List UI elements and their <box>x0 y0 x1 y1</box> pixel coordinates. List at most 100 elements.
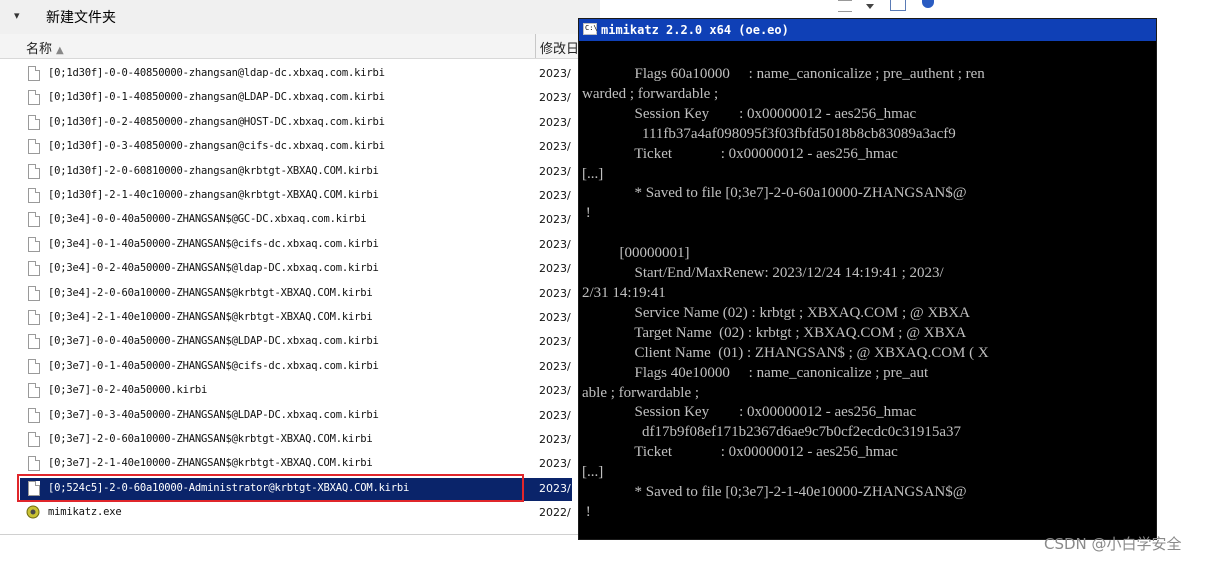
view-options-icon[interactable] <box>838 0 852 12</box>
file-icon <box>28 163 40 179</box>
file-date: 2023/ <box>539 481 571 495</box>
chevron-down-icon[interactable] <box>866 4 874 9</box>
console-line: 111fb37a4af098095f3f03fbfd5018b8cb83089a… <box>582 125 956 142</box>
file-row[interactable]: [0;3e4]-2-0-60a10000-ZHANGSAN$@krbtgt-XB… <box>0 283 580 306</box>
file-row[interactable]: [0;3e4]-2-1-40e10000-ZHANGSAN$@krbtgt-XB… <box>0 307 580 330</box>
folder-header[interactable]: ▾ 新建文件夹 <box>0 0 600 34</box>
file-name: [0;3e7]-0-2-40a50000.kirbi <box>48 384 208 397</box>
mimikatz-console-window[interactable]: mimikatz 2.2.0 x64 (oe.eo) Flags 60a1000… <box>578 18 1157 540</box>
help-icon[interactable] <box>922 0 934 8</box>
file-explorer: ▾ 新建文件夹 名称 ▲ 修改日 [0;1d30f]-0-0-40850000-z… <box>0 0 600 540</box>
preview-pane-icon[interactable] <box>890 0 906 11</box>
console-line: Flags 60a10000 : name_canonicalize ; pre… <box>582 66 985 82</box>
column-separator[interactable] <box>535 34 536 58</box>
file-name: [0;524c5]-2-0-60a10000-Administrator@krb… <box>48 481 410 494</box>
file-date: 2023/ <box>539 384 571 398</box>
file-name: [0;3e7]-0-3-40a50000-ZHANGSAN$@LDAP-DC.x… <box>48 408 379 421</box>
console-output[interactable]: Flags 60a10000 : name_canonicalize ; pre… <box>582 65 989 539</box>
view-toolbar <box>838 0 958 12</box>
file-row[interactable]: [0;3e4]-0-2-40a50000-ZHANGSAN$@ldap-DC.x… <box>0 258 580 281</box>
file-icon <box>28 212 40 228</box>
console-titlebar[interactable]: mimikatz 2.2.0 x64 (oe.eo) <box>579 19 1156 41</box>
file-icon <box>28 407 40 423</box>
file-row-selected[interactable]: [0;524c5]-2-0-60a10000-Administrator@krb… <box>0 477 580 501</box>
console-line: Ticket : 0x00000012 - aes256_hmac <box>582 444 898 461</box>
column-header-row: 名称 ▲ 修改日 <box>0 34 600 59</box>
file-name: [0;3e7]-0-0-40a50000-ZHANGSAN$@LDAP-DC.x… <box>48 335 379 348</box>
console-title: mimikatz 2.2.0 x64 (oe.eo) <box>601 23 789 37</box>
file-row[interactable]: [0;1d30f]-0-0-40850000-zhangsan@ldap-dc.… <box>0 63 580 86</box>
file-name: [0;3e4]-0-2-40a50000-ZHANGSAN$@ldap-DC.x… <box>48 262 379 275</box>
sort-ascending-icon: ▲ <box>56 45 64 56</box>
file-date: 2023/ <box>539 213 571 227</box>
console-line: warded ; forwardable ; <box>582 85 719 102</box>
file-name: [0;3e7]-0-1-40a50000-ZHANGSAN$@cifs-dc.x… <box>48 359 379 372</box>
console-line: Service Name (02) : krbtgt ; XBXAQ.COM ;… <box>582 304 970 321</box>
console-line: Ticket : 0x00000012 - aes256_hmac <box>582 145 898 162</box>
file-row[interactable]: [0;3e4]-0-1-40a50000-ZHANGSAN$@cifs-dc.x… <box>0 234 580 257</box>
file-icon <box>28 285 40 301</box>
file-date: 2023/ <box>539 91 571 105</box>
file-icon <box>28 261 40 277</box>
file-icon <box>28 90 40 106</box>
file-row[interactable]: [0;1d30f]-2-0-60810000-zhangsan@krbtgt-X… <box>0 161 580 184</box>
file-date: 2023/ <box>539 433 571 446</box>
mimikatz-exe-icon <box>26 505 40 519</box>
file-date: 2023/ <box>539 335 571 349</box>
console-line: able ; forwardable ; <box>582 384 700 401</box>
console-line: [...] <box>582 464 604 481</box>
file-row[interactable]: [0;3e7]-0-0-40a50000-ZHANGSAN$@LDAP-DC.x… <box>0 331 580 354</box>
file-row[interactable]: [0;3e7]-0-1-40a50000-ZHANGSAN$@cifs-dc.x… <box>0 356 580 379</box>
console-line: Flags 40e10000 : name_canonicalize ; pre… <box>582 364 929 381</box>
file-date: 2023/ <box>539 67 571 80</box>
file-name: [0;1d30f]-0-2-40850000-zhangsan@HOST-DC.… <box>48 115 385 128</box>
console-line: Start/End/MaxRenew: 2023/12/24 14:19:41 … <box>582 265 944 282</box>
file-date: 2022/ <box>539 506 571 520</box>
file-name: [0;1d30f]-2-0-60810000-zhangsan@krbtgt-X… <box>48 164 379 177</box>
file-date: 2023/ <box>539 189 571 202</box>
column-header-modified[interactable]: 修改日 <box>540 38 579 57</box>
file-row[interactable]: mimikatz.exe 2022/ <box>0 502 580 525</box>
file-date: 2023/ <box>539 311 571 324</box>
console-line: Session Key : 0x00000012 - aes256_hmac <box>582 105 917 122</box>
console-line: df17b9f08ef171b2367d6ae9c7b0cf2ecdc0c319… <box>582 424 962 441</box>
file-icon <box>28 456 40 472</box>
file-row[interactable]: [0;1d30f]-0-2-40850000-zhangsan@HOST-DC.… <box>0 112 580 135</box>
file-row[interactable]: [0;1d30f]-0-3-40850000-zhangsan@cifs-dc.… <box>0 136 580 159</box>
file-name: mimikatz.exe <box>48 506 122 519</box>
file-name: [0;1d30f]-0-0-40850000-zhangsan@ldap-dc.… <box>48 67 385 79</box>
file-date: 2023/ <box>539 237 571 251</box>
file-date: 2023/ <box>539 359 571 373</box>
file-name: [0;3e4]-2-1-40e10000-ZHANGSAN$@krbtgt-XB… <box>48 311 373 323</box>
console-line: ! <box>582 205 591 222</box>
file-name: [0;3e4]-0-1-40a50000-ZHANGSAN$@cifs-dc.x… <box>48 237 379 250</box>
file-name: [0;3e7]-2-0-60a10000-ZHANGSAN$@krbtgt-XB… <box>48 433 373 445</box>
file-date: 2023/ <box>539 140 571 154</box>
file-icon <box>28 358 40 374</box>
column-header-name[interactable]: 名称 ▲ <box>26 38 64 57</box>
file-date: 2023/ <box>539 408 571 422</box>
file-row[interactable]: [0;3e4]-0-0-40a50000-ZHANGSAN$@GC-DC.xbx… <box>0 209 580 232</box>
file-icon <box>28 310 40 325</box>
file-icon <box>28 139 40 155</box>
file-row[interactable]: [0;1d30f]-2-1-40c10000-zhangsan@krbtgt-X… <box>0 185 580 208</box>
file-row[interactable]: [0;3e7]-0-3-40a50000-ZHANGSAN$@LDAP-DC.x… <box>0 405 580 428</box>
file-row[interactable]: [0;3e7]-2-0-60a10000-ZHANGSAN$@krbtgt-XB… <box>0 429 580 452</box>
file-date: 2023/ <box>539 115 571 129</box>
file-name: [0;1d30f]-0-3-40850000-zhangsan@cifs-dc.… <box>48 140 385 153</box>
file-row[interactable]: [0;3e7]-2-1-40e10000-ZHANGSAN$@krbtgt-XB… <box>0 453 580 476</box>
file-date: 2023/ <box>539 286 571 300</box>
console-line: [00000001] <box>582 245 690 262</box>
file-row[interactable]: [0;1d30f]-0-1-40850000-zhangsan@LDAP-DC.… <box>0 87 580 110</box>
file-name: [0;3e4]-0-0-40a50000-ZHANGSAN$@GC-DC.xbx… <box>48 213 367 226</box>
console-line: * Saved to file [0;3e7]-2-1-40e10000-ZHA… <box>582 484 967 501</box>
folder-name: 新建文件夹 <box>46 10 116 26</box>
console-line: [...] <box>582 165 604 182</box>
console-line: * Saved to file [0;3e7]-2-0-60a10000-ZHA… <box>582 185 967 202</box>
file-icon <box>28 432 40 447</box>
file-row[interactable]: [0;3e7]-0-2-40a50000.kirbi 2023/ <box>0 380 580 403</box>
console-line: 2/31 14:19:41 <box>582 284 666 301</box>
expand-arrow-icon[interactable]: ▾ <box>14 9 20 22</box>
file-name: [0;3e4]-2-0-60a10000-ZHANGSAN$@krbtgt-XB… <box>48 286 373 299</box>
console-line: Target Name (02) : krbtgt ; XBXAQ.COM ; … <box>582 324 967 341</box>
